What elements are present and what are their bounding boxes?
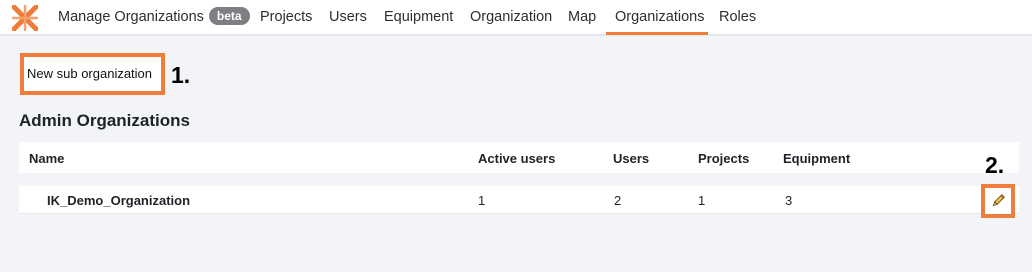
nav-projects[interactable]: Projects <box>260 0 312 36</box>
beta-badge: beta <box>208 7 250 25</box>
nav-organizations[interactable]: Organizations <box>615 0 704 36</box>
row-users: 2 <box>614 193 622 208</box>
column-header-active-users[interactable]: Active users <box>478 151 555 166</box>
step-2-label: 2. <box>985 152 1005 178</box>
nav-organization[interactable]: Organization <box>470 0 552 36</box>
row-equipment: 3 <box>785 193 793 208</box>
column-header-name[interactable]: Name <box>29 151 64 166</box>
section-title: Admin Organizations <box>19 111 190 130</box>
nav-map[interactable]: Map <box>568 0 596 36</box>
top-nav: Manage Organizations beta Projects Users … <box>0 0 1032 36</box>
column-header-equipment[interactable]: Equipment <box>783 151 850 166</box>
row-projects: 1 <box>698 193 706 208</box>
pencil-icon[interactable] <box>990 193 1006 209</box>
app-logo-icon[interactable] <box>12 5 38 31</box>
column-header-projects[interactable]: Projects <box>698 151 749 166</box>
row-active-users: 1 <box>478 193 486 208</box>
nav-manage-organizations-label: Manage Organizations <box>58 9 204 25</box>
nav-equipment[interactable]: Equipment <box>384 0 453 36</box>
nav-manage-organizations[interactable]: Manage Organizations beta <box>58 0 250 36</box>
row-organization-name[interactable]: IK_Demo_Organization <box>47 193 190 208</box>
step-1-label: 1. <box>171 62 191 88</box>
nav-roles[interactable]: Roles <box>719 0 756 36</box>
column-header-users[interactable]: Users <box>613 151 649 166</box>
new-sub-organization-button[interactable]: New sub organization <box>27 66 152 81</box>
active-tab-indicator <box>606 32 708 35</box>
nav-users[interactable]: Users <box>329 0 367 36</box>
